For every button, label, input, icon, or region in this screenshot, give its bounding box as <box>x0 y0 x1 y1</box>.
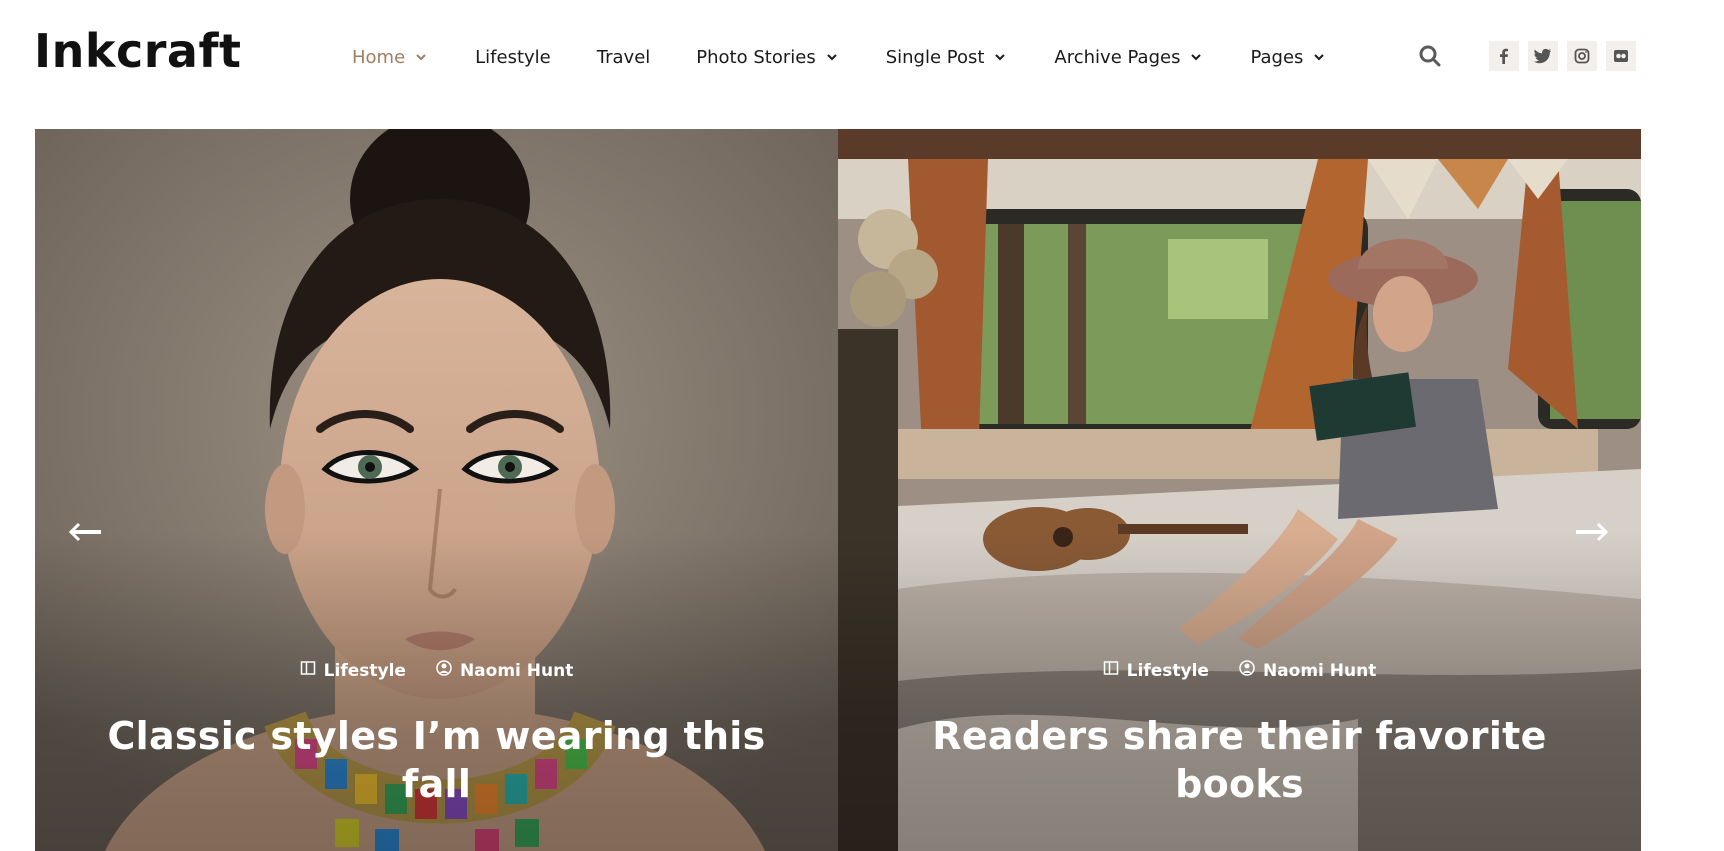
nav-item-pages[interactable]: Pages <box>1250 47 1327 68</box>
slide-meta: Lifestyle Naomi Hunt <box>35 660 838 681</box>
chevron-down-icon <box>413 49 429 65</box>
nav-item-home[interactable]: Home <box>352 47 429 68</box>
user-icon <box>1239 660 1255 681</box>
author-label: Naomi Hunt <box>459 660 574 681</box>
social-links <box>1489 41 1645 71</box>
author-label: Naomi Hunt <box>1262 660 1377 681</box>
category-link[interactable]: Lifestyle <box>1103 660 1209 681</box>
nav-item-label: Single Post <box>885 46 985 68</box>
main-nav: Home Lifestyle Travel Photo Stories Sing… <box>352 42 1373 72</box>
twitter-icon[interactable] <box>1528 41 1558 71</box>
slide-meta: Lifestyle Naomi Hunt <box>838 660 1641 681</box>
flickr-icon[interactable] <box>1606 41 1636 71</box>
slide-card[interactable]: Lifestyle Naomi Hunt Classic styles I’m … <box>35 129 838 851</box>
site-header: Inkcraft Home Lifestyle Travel Photo Sto… <box>0 0 1724 115</box>
nav-item-travel[interactable]: Travel <box>597 47 651 68</box>
search-icon[interactable] <box>1418 44 1442 68</box>
chevron-down-icon <box>992 49 1008 65</box>
nav-item-label: Travel <box>596 46 651 68</box>
arrow-right-icon[interactable] <box>1571 515 1611 549</box>
nav-item-single-post[interactable]: Single Post <box>886 47 1009 68</box>
chevron-down-icon <box>824 49 840 65</box>
slide-title[interactable]: Readers share their favorite books <box>898 712 1581 808</box>
user-icon <box>436 660 452 681</box>
nav-item-photo-stories[interactable]: Photo Stories <box>696 47 839 68</box>
nav-item-lifestyle[interactable]: Lifestyle <box>475 47 551 68</box>
nav-item-archive-pages[interactable]: Archive Pages <box>1054 47 1204 68</box>
site-logo[interactable]: Inkcraft <box>34 28 241 74</box>
nav-item-label: Photo Stories <box>696 46 816 68</box>
category-link[interactable]: Lifestyle <box>300 660 406 681</box>
instagram-icon[interactable] <box>1567 41 1597 71</box>
chevron-down-icon <box>1188 49 1204 65</box>
category-label: Lifestyle <box>1126 660 1209 681</box>
facebook-icon[interactable] <box>1489 41 1519 71</box>
author-link[interactable]: Naomi Hunt <box>1239 660 1376 681</box>
nav-item-label: Pages <box>1250 46 1304 68</box>
nav-item-label: Archive Pages <box>1054 46 1181 68</box>
nav-item-label: Home <box>352 46 406 68</box>
category-label: Lifestyle <box>323 660 406 681</box>
folder-icon <box>1103 660 1119 681</box>
chevron-down-icon <box>1311 49 1327 65</box>
slide-title[interactable]: Classic styles I’m wearing this fall <box>95 712 778 808</box>
arrow-left-icon[interactable] <box>66 515 106 549</box>
slide-card[interactable]: Lifestyle Naomi Hunt Readers share their… <box>838 129 1641 851</box>
folder-icon <box>300 660 316 681</box>
nav-item-label: Lifestyle <box>475 46 551 68</box>
author-link[interactable]: Naomi Hunt <box>436 660 573 681</box>
featured-slider: Lifestyle Naomi Hunt Classic styles I’m … <box>35 129 1641 851</box>
